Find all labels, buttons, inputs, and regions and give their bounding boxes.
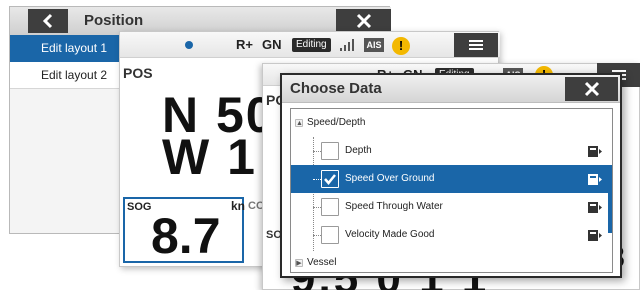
tree-connector [313,207,321,208]
gn-indicator: GN [262,37,282,52]
tree-item-label: Velocity Made Good [345,229,435,240]
tree-connector [313,179,321,180]
tree-item-label: Depth [345,145,372,156]
dialog-titlebar: Choose Data [282,75,620,103]
instrument-detail-icon[interactable] [588,146,602,157]
tree-item-depth[interactable]: Depth [291,137,612,165]
instrument-detail-icon[interactable] [588,174,602,185]
tree-item-label: Speed Over Ground [345,173,435,184]
status-dot-icon [185,41,193,49]
ais-icon: AIS [364,38,384,52]
instrument-detail-icon[interactable] [588,230,602,241]
edit-layout-2-item[interactable]: Edit layout 2 [10,62,122,89]
sog-label: SOG [127,201,152,213]
expand-triangle-icon[interactable]: ▲ [295,119,303,127]
longitude-value: W 1 [162,129,257,185]
pos-label: POS [123,65,153,81]
depth-checkbox[interactable] [321,142,339,160]
signal-bars-icon [340,39,356,51]
tree-group-speed-depth[interactable]: ▲ Speed/Depth [291,109,612,137]
rplus-indicator: R+ [236,37,253,52]
speed-over-ground-checkbox[interactable] [321,170,339,188]
velocity-made-good-checkbox[interactable] [321,226,339,244]
menu-button[interactable] [454,33,498,57]
sog-unit: kn [231,199,246,213]
speed-through-water-checkbox[interactable] [321,198,339,216]
tree-item-velocity-made-good[interactable]: Velocity Made Good [291,221,612,249]
tree-group-vessel[interactable]: ▶ Vessel [291,249,612,272]
collapse-triangle-icon[interactable]: ▶ [295,259,303,267]
status-bar: R+ GN Editing AIS ! [120,32,500,58]
chevron-left-icon [42,13,53,29]
choose-data-dialog: Choose Data ▲ Speed/Depth Depth Speed Ov… [280,73,622,278]
close-icon [584,81,599,97]
tree-item-speed-through-water[interactable]: Speed Through Water [291,193,612,221]
edit-layout-1-item[interactable]: Edit layout 1 [10,35,122,62]
menu-icon [469,40,483,50]
tree-connector [313,235,321,236]
back-button[interactable] [28,9,68,33]
tree-group-label: Speed/Depth [307,117,366,128]
editing-badge: Editing [292,38,331,52]
tree-connector [313,151,321,152]
screen: Position Edit layout 1 Edit layout 2 R+ … [0,0,640,290]
data-tree[interactable]: ▲ Speed/Depth Depth Speed Over Ground Sp… [290,108,613,273]
warning-icon[interactable]: ! [392,37,410,55]
tree-group-label: Vessel [307,257,337,268]
position-close-button[interactable] [336,9,391,33]
dialog-title: Choose Data [290,80,382,97]
checkmark-icon [324,174,336,185]
sog-value: 8.7 [151,208,221,264]
dialog-close-button[interactable] [565,77,618,101]
tree-scrollbar[interactable] [608,165,612,233]
sog-tile[interactable]: SOG kn 8.7 [123,197,246,264]
tree-item-speed-over-ground[interactable]: Speed Over Ground [291,165,612,193]
close-icon [356,13,371,29]
tree-item-label: Speed Through Water [345,201,443,212]
instrument-detail-icon[interactable] [588,202,602,213]
position-title: Position [84,12,144,29]
